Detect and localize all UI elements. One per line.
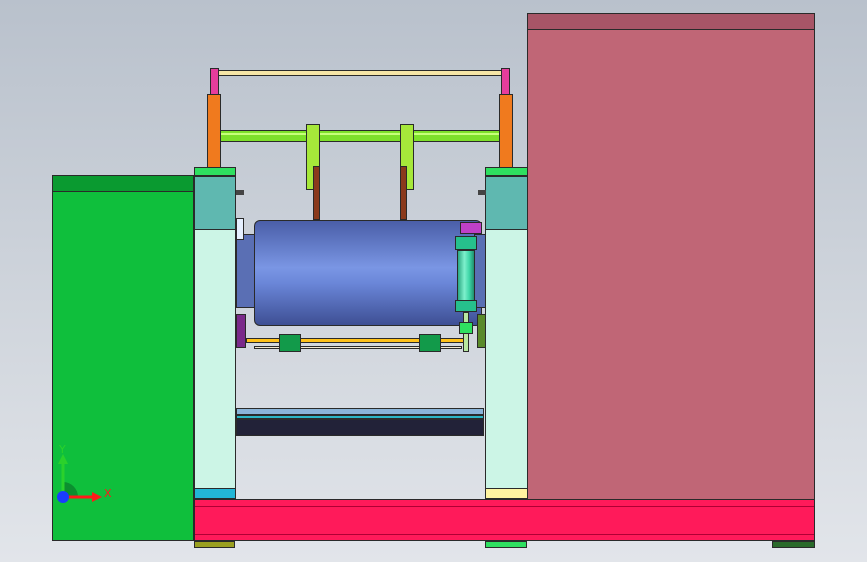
hanger-rod-right xyxy=(400,166,407,220)
cylinder-body xyxy=(457,250,475,302)
orange-bracket-right xyxy=(499,94,513,168)
foot-left xyxy=(194,541,235,548)
base-rail-line xyxy=(195,506,814,507)
side-plate-right-bottom-strip xyxy=(485,488,528,499)
foot-right xyxy=(772,541,815,548)
left-purple-block xyxy=(236,314,246,348)
triad-y-label: Y xyxy=(59,443,66,456)
left-housing-top-cap xyxy=(52,175,194,192)
side-plate-left-green-strip xyxy=(194,167,236,176)
right-housing xyxy=(527,13,815,501)
upper-shaft xyxy=(220,130,500,142)
drum xyxy=(254,220,482,326)
top-tie-rod xyxy=(214,70,508,76)
base-rail-line-lower xyxy=(195,534,814,535)
right-housing-top-cap xyxy=(527,13,815,30)
drum-end-left xyxy=(236,234,256,308)
bolt-left xyxy=(236,190,244,195)
cad-assembly-view: Y X xyxy=(0,0,867,562)
orange-bracket-left xyxy=(207,94,221,168)
side-plate-left-bottom-strip xyxy=(194,488,236,499)
side-plate-right-top-block xyxy=(485,176,528,230)
cylinder-top-mount xyxy=(460,222,482,234)
upper-shaft-highlight xyxy=(221,133,499,135)
right-drive-block xyxy=(477,314,486,348)
tray-body xyxy=(236,419,484,436)
side-plate-right-green-strip xyxy=(485,167,528,176)
hanger-rod-left xyxy=(313,166,320,220)
tie-rod-end-right xyxy=(501,68,510,96)
triad-x-label: X xyxy=(104,487,112,500)
foot-middle xyxy=(485,541,527,548)
side-plate-left-top-block xyxy=(194,176,236,230)
cylinder-cap-bottom xyxy=(455,300,477,312)
bolt-right xyxy=(478,190,486,195)
tray-top-bar xyxy=(236,408,484,415)
cylinder-rod-clevis xyxy=(459,322,473,334)
slider-block-right xyxy=(419,334,441,352)
tie-rod-end-left xyxy=(210,68,219,96)
cylinder-cap-top xyxy=(455,236,477,250)
left-clip xyxy=(236,218,244,240)
slider-block-left xyxy=(279,334,301,352)
